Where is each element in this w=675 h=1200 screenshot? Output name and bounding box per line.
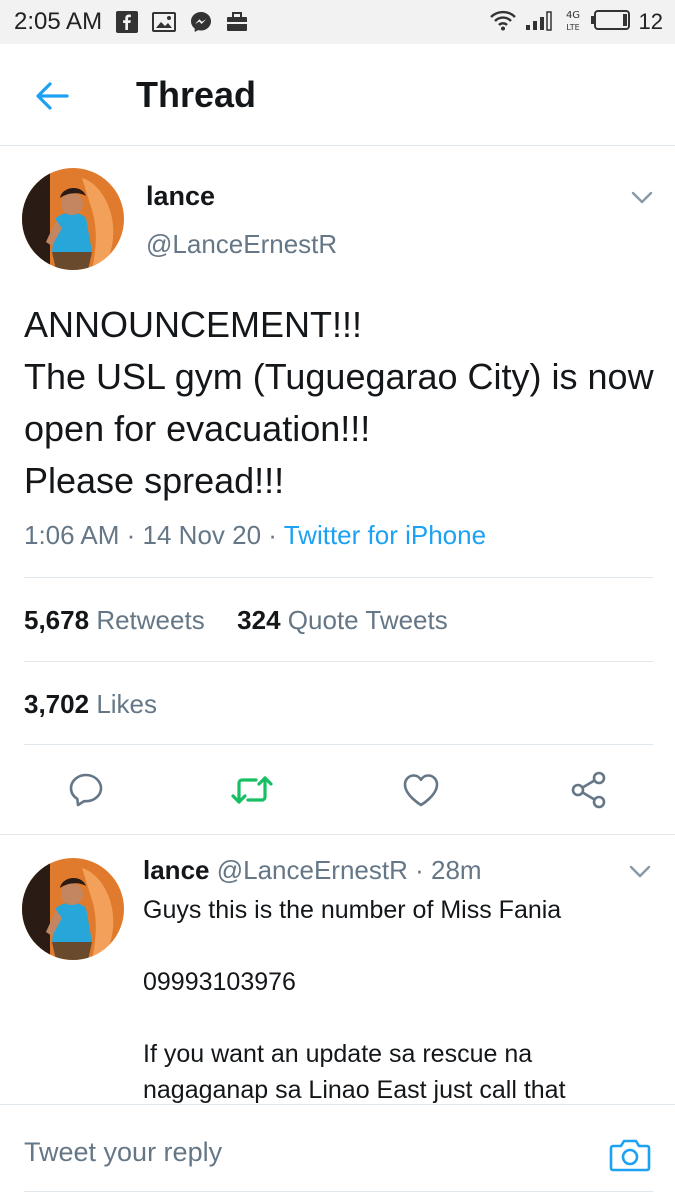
divider xyxy=(24,744,653,745)
retweets-stat[interactable]: 5,678 Retweets xyxy=(24,605,205,635)
status-time: 2:05 AM xyxy=(14,8,103,35)
likes-stat[interactable]: 3,702 Likes xyxy=(24,689,157,720)
engagement-row: 5,678 Retweets 324 Quote Tweets xyxy=(24,605,448,636)
facebook-icon xyxy=(116,11,139,33)
battery-icon xyxy=(590,9,631,36)
reply-line: Guys this is the number of Miss Fania xyxy=(143,896,562,924)
tweet-source-link[interactable]: Twitter for iPhone xyxy=(284,520,486,550)
briefcase-icon xyxy=(226,11,248,33)
tweet-options-button[interactable] xyxy=(627,186,657,210)
messenger-icon xyxy=(190,11,212,33)
quotes-label: Quote Tweets xyxy=(287,605,448,635)
reply-composer: Tweet your reply xyxy=(0,1104,675,1200)
reply-age: 28m xyxy=(431,855,482,885)
reply-input[interactable]: Tweet your reply xyxy=(24,1137,222,1168)
status-bar: 2:05 AM 4G LTE 12 xyxy=(0,0,675,44)
reply-phone-number: 09993103976 xyxy=(143,968,296,996)
tweet-meta: 1:06 AM · 14 Nov 20 · Twitter for iPhone xyxy=(24,520,486,551)
author-handle[interactable]: @LanceErnestR xyxy=(146,229,337,260)
divider xyxy=(24,661,653,662)
camera-icon xyxy=(609,1139,651,1172)
battery-level: 12 xyxy=(638,9,663,34)
thread-separator xyxy=(0,834,675,835)
like-button[interactable] xyxy=(399,768,443,812)
quote-tweets-stat[interactable]: 324 Quote Tweets xyxy=(237,605,448,635)
likes-label: Likes xyxy=(96,689,158,719)
retweet-button[interactable] xyxy=(230,768,274,812)
gallery-icon xyxy=(152,11,177,33)
chevron-down-icon xyxy=(631,191,653,204)
reply-author-name[interactable]: lance xyxy=(143,855,210,885)
author-name[interactable]: lance xyxy=(146,181,215,212)
reply-avatar[interactable] xyxy=(22,858,124,960)
reply-line: If you want an update sa rescue na nagag… xyxy=(143,1040,566,1104)
page-title: Thread xyxy=(136,74,257,115)
tweet-time: 1:06 AM xyxy=(24,520,120,550)
reply-author-handle[interactable]: @LanceErnestR xyxy=(217,855,408,885)
back-button[interactable] xyxy=(30,74,74,118)
share-icon xyxy=(571,771,606,809)
composer-underline xyxy=(24,1191,653,1192)
tweet-text: ANNOUNCEMENT!!! The USL gym (Tuguegarao … xyxy=(24,304,654,501)
signal-icon xyxy=(525,9,555,36)
likes-count: 3,702 xyxy=(24,689,90,719)
svg-text:LTE: LTE xyxy=(566,23,579,32)
reply-button[interactable] xyxy=(64,768,108,812)
divider xyxy=(24,577,653,578)
meta-separator: · xyxy=(407,855,431,885)
reply-options-button[interactable] xyxy=(625,860,655,884)
chevron-down-icon xyxy=(629,865,651,878)
meta-separator: · xyxy=(126,520,143,550)
camera-button[interactable] xyxy=(608,1135,652,1175)
reply-icon xyxy=(69,773,103,807)
arrow-left-icon xyxy=(36,82,69,110)
meta-separator: · xyxy=(268,520,284,550)
top-app-bar: Thread xyxy=(0,44,675,146)
quotes-count: 324 xyxy=(237,605,281,635)
svg-text:4G: 4G xyxy=(565,10,579,21)
network-type-icon: 4G LTE xyxy=(563,7,583,38)
retweets-label: Retweets xyxy=(96,605,205,635)
tweet-date: 14 Nov 20 xyxy=(142,520,262,550)
wifi-icon xyxy=(489,9,517,36)
share-button[interactable] xyxy=(567,768,611,812)
retweets-count: 5,678 xyxy=(24,605,90,635)
heart-icon xyxy=(403,774,439,807)
retweet-icon xyxy=(231,776,273,804)
reply-header: lance @LanceErnestR · 28m xyxy=(143,855,482,886)
avatar[interactable] xyxy=(22,168,124,270)
